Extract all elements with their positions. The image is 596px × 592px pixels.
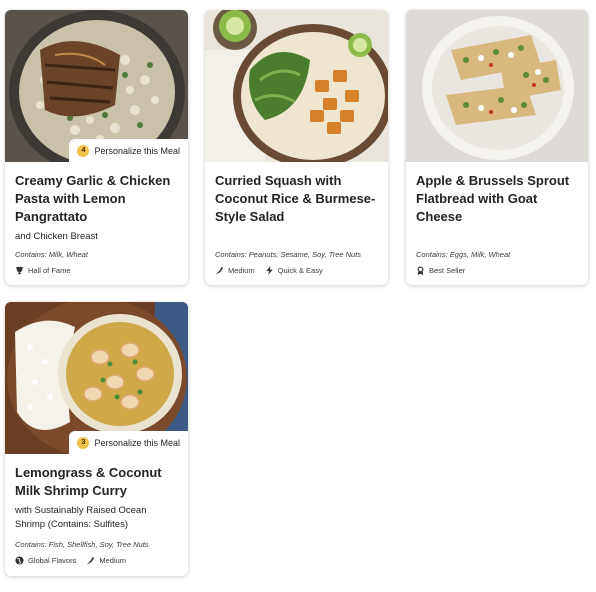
best-seller-icon — [417, 266, 424, 275]
globe-icon — [15, 556, 24, 565]
meal-subtitle: and Chicken Breast — [15, 231, 98, 242]
lightning-bolt-icon — [266, 266, 273, 275]
meal-tag: Quick & Easy — [265, 266, 323, 275]
meal-tag-label: Medium — [228, 266, 255, 275]
allergen-info: Contains: Peanuts, Sesame, Soy, Tree Nut… — [215, 250, 362, 259]
meal-title[interactable]: Apple & Brussels Sprout Flatbread with G… — [416, 172, 578, 226]
meal-tags: Hall of Fame — [15, 266, 71, 275]
meal-tags: Best Seller — [416, 266, 465, 275]
meal-tag: Hall of Fame — [15, 266, 71, 275]
meal-tag: Medium — [215, 266, 255, 275]
meal-image[interactable] — [406, 10, 588, 162]
meal-tag-label: Global Flavors — [28, 556, 77, 565]
personalize-meal-button[interactable]: 3 Personalize this Meal — [69, 431, 188, 454]
meal-tag: Medium — [86, 556, 126, 565]
meal-title[interactable]: Lemongrass & Coconut Milk Shrimp Curry — [15, 464, 178, 500]
meal-title[interactable]: Creamy Garlic & Chicken Pasta with Lemon… — [15, 172, 178, 226]
trophy-icon — [15, 266, 24, 275]
meal-tag-label: Hall of Fame — [28, 266, 71, 275]
meal-tag: Global Flavors — [15, 556, 76, 565]
meal-subtitle: with Sustainably Raised Ocean Shrimp (Co… — [15, 505, 147, 530]
meal-tags: Global Flavors Medium — [15, 556, 126, 565]
meal-card[interactable]: 4 Personalize this Meal Creamy Garlic & … — [5, 10, 188, 285]
meal-image[interactable] — [205, 10, 388, 162]
meal-card[interactable]: 3 Personalize this Meal Lemongrass & Coc… — [5, 302, 188, 576]
personalize-meal-button[interactable]: 4 Personalize this Meal — [69, 139, 188, 162]
meal-tags: Medium Quick & Easy — [215, 266, 323, 275]
allergen-info: Contains: Eggs, Milk, Wheat — [416, 250, 511, 259]
personalize-count-badge: 3 — [77, 436, 90, 449]
meal-image[interactable]: 4 Personalize this Meal — [5, 10, 188, 162]
allergen-info: Contains: Fish, Shellfish, Soy, Tree Nut… — [15, 540, 149, 549]
personalize-label: Personalize this Meal — [94, 145, 180, 156]
allergen-info: Contains: Milk, Wheat — [15, 250, 88, 259]
meal-title[interactable]: Curried Squash with Coconut Rice & Burme… — [215, 172, 378, 226]
meal-tag-label: Medium — [99, 556, 127, 565]
meal-tag: Best Seller — [416, 266, 465, 275]
meal-tag-label: Quick & Easy — [277, 266, 323, 275]
chili-pepper-icon — [87, 556, 95, 565]
meal-image[interactable]: 3 Personalize this Meal — [5, 302, 188, 454]
meal-card[interactable]: Curried Squash with Coconut Rice & Burme… — [205, 10, 388, 285]
personalize-count-badge: 4 — [77, 144, 90, 157]
chili-pepper-icon — [215, 266, 223, 275]
meal-tag-label: Best Seller — [429, 266, 466, 275]
personalize-label: Personalize this Meal — [94, 437, 180, 448]
meal-card[interactable]: Apple & Brussels Sprout Flatbread with G… — [406, 10, 588, 285]
